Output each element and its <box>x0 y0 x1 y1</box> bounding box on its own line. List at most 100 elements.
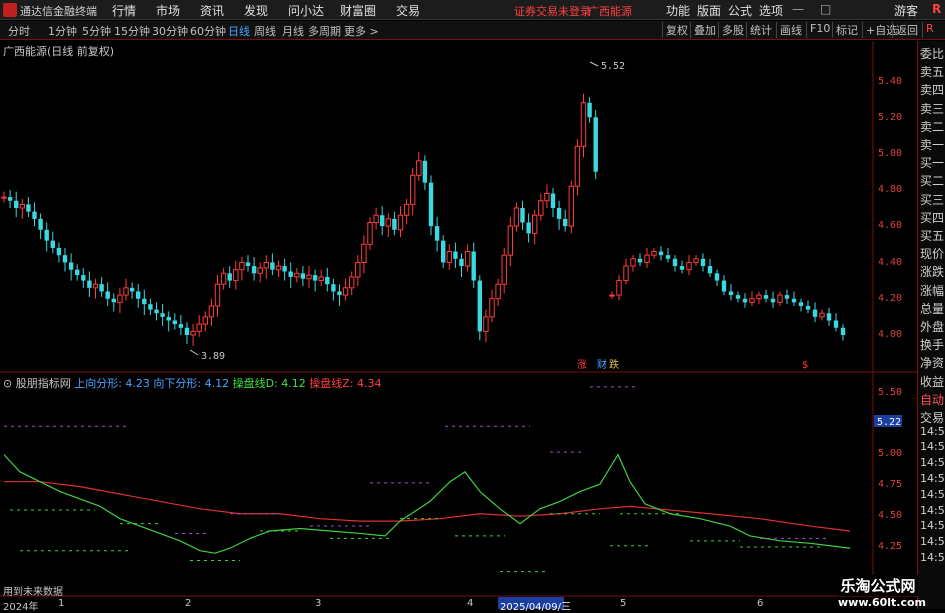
period-30min[interactable]: 30分钟 <box>152 23 188 39</box>
candle-body <box>798 302 804 306</box>
menu-quotes[interactable]: 行情 <box>112 2 136 19</box>
menu-ask[interactable]: 问小达 <box>288 2 324 19</box>
menu-news[interactable]: 资讯 <box>200 2 224 19</box>
quote-panel-item: 14:56 <box>920 519 945 533</box>
menu-wealth[interactable]: 财富圈 <box>340 2 376 19</box>
quote-panel-item: 卖五 <box>920 65 945 80</box>
period-tick[interactable]: 分时 <box>8 23 30 39</box>
indicator-name[interactable]: 股朋指标网 <box>16 377 71 390</box>
quote-panel-item: 卖四 <box>920 83 945 98</box>
x-label-month-3: 3 <box>315 598 322 609</box>
minimize-icon[interactable]: — <box>792 2 804 16</box>
candle-body <box>489 298 495 318</box>
period-15min[interactable]: 15分钟 <box>114 23 150 39</box>
menu-trade[interactable]: 交易 <box>396 2 420 19</box>
panel-toggle-icon[interactable]: R <box>922 22 937 38</box>
menu-layout[interactable]: 版面 <box>697 2 721 19</box>
candle-body <box>526 222 531 234</box>
r-icon[interactable]: R <box>932 2 941 16</box>
tool-draw-line[interactable]: 画线 <box>776 22 805 38</box>
quote-panel-item: 委比 <box>920 47 945 61</box>
fractal-markers <box>4 386 830 573</box>
candle-body <box>136 291 141 299</box>
candle-body <box>714 273 720 281</box>
x-label-month-4: 4 <box>467 598 474 609</box>
candle-body <box>38 218 43 230</box>
candle-body <box>111 298 116 303</box>
candle-body <box>306 274 312 280</box>
y-tick-5.00: 5.00 <box>878 148 903 159</box>
candle-body <box>593 117 598 172</box>
candle-body <box>471 251 476 281</box>
candle-body <box>312 275 318 281</box>
chart-title: 广西能源(日线 前复权) <box>3 45 115 58</box>
period-5min[interactable]: 5分钟 <box>82 23 111 39</box>
period-daily[interactable]: 日线 <box>228 23 250 39</box>
quote-side-panel: 委比 卖五 卖四 卖三 卖二 卖一 买一 买二 买三 买四 买五 现价 涨跌 涨幅 总量 外盘 换手 净资 收益 自动… <box>917 41 945 609</box>
quote-panel-item[interactable]: 自动 <box>920 391 944 408</box>
period-weekly[interactable]: 周线 <box>254 23 276 39</box>
event-fall-marker: 跌 <box>609 358 619 371</box>
chart-canvas[interactable]: 5.52 3.89 涨 财 跌 $ 5.22 <box>0 0 945 609</box>
candle-body <box>520 208 525 223</box>
period-more[interactable]: 更多 > <box>344 23 379 39</box>
indicator-legend: ⊙ 股朋指标网 上向分形: 4.23 向下分形: 4.12 操盘线D: 4.12… <box>3 375 382 391</box>
candle-body <box>202 316 209 325</box>
period-1min[interactable]: 1分钟 <box>48 23 77 39</box>
menu-options[interactable]: 选项 <box>759 2 783 19</box>
quote-panel-item: 涨跌 <box>920 265 945 280</box>
y-tick-5.40: 5.40 <box>878 76 903 87</box>
ind-tick-5.50: 5.50 <box>878 387 903 398</box>
menu-function[interactable]: 功能 <box>666 2 690 19</box>
indicator-settings-icon[interactable]: ⊙ <box>3 377 16 390</box>
tool-restore-rights[interactable]: 复权 <box>662 22 691 38</box>
y-tick-4.00: 4.00 <box>878 329 903 340</box>
candle-body <box>275 265 282 271</box>
candle-body <box>805 305 811 310</box>
x-label-month-1: 1 <box>58 598 65 609</box>
quote-panel-item: 买五 <box>920 229 945 243</box>
candle-body <box>770 298 776 303</box>
candle-body <box>574 145 581 187</box>
menu-market[interactable]: 市场 <box>156 2 180 19</box>
quote-panel-item: 买二 <box>920 174 945 189</box>
menu-formula[interactable]: 公式 <box>728 2 752 19</box>
candle-body <box>416 160 422 176</box>
quote-panel-item[interactable]: 交易 <box>920 409 944 426</box>
candle-body <box>160 313 165 317</box>
candle-body <box>651 251 657 256</box>
period-multi[interactable]: 多周期 <box>308 23 341 39</box>
quote-panel-item: 14:56 <box>920 424 945 438</box>
period-60min[interactable]: 60分钟 <box>190 23 226 39</box>
candle-body <box>355 261 361 278</box>
candle-body <box>245 262 251 267</box>
user-guest[interactable]: 游客 <box>894 2 918 19</box>
candle-body <box>532 214 538 234</box>
candle-body <box>142 298 147 305</box>
menu-discover[interactable]: 发现 <box>244 2 268 19</box>
tool-overlay[interactable]: 叠加 <box>690 22 719 38</box>
maximize-icon[interactable]: □ <box>820 2 831 16</box>
candle-body <box>361 243 367 263</box>
x-label-2024: 2024年 <box>3 602 39 613</box>
tool-back[interactable]: 返回 <box>892 22 921 38</box>
tool-multi-stock[interactable]: 多股 <box>718 22 747 38</box>
candle-body <box>441 240 446 263</box>
candle-body <box>580 102 587 147</box>
candle-body <box>833 320 839 328</box>
indicator-line-d: 操盘线D: 4.12 <box>232 377 306 390</box>
tool-f10[interactable]: F10 <box>806 22 833 38</box>
candle-body <box>331 284 336 292</box>
candle-body <box>403 203 410 216</box>
candle-body <box>428 182 434 227</box>
tool-mark[interactable]: 标记 <box>832 22 861 38</box>
ind-tick-4.25: 4.25 <box>878 541 903 552</box>
trade-login-notice[interactable]: 证券交易未登录 <box>514 3 591 19</box>
tool-statistics[interactable]: 统计 <box>746 22 775 38</box>
high-marker: 5.52 <box>589 61 625 72</box>
candle-body <box>728 291 734 296</box>
ind-tick-4.50: 4.50 <box>878 510 903 521</box>
candle-body <box>721 280 727 292</box>
candle-body <box>623 265 629 282</box>
period-monthly[interactable]: 月线 <box>282 23 304 39</box>
